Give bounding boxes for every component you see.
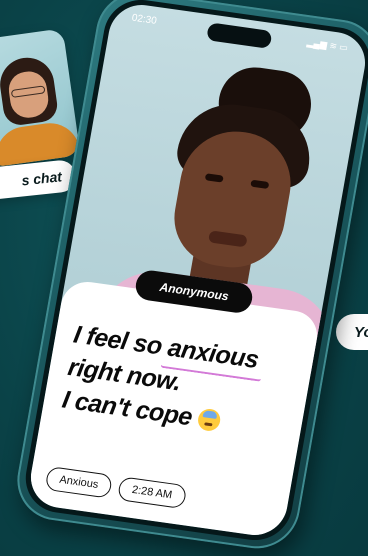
phone-screen: 02:30 ▂▄▆ ≋ ▭ Anonymous I feel so anxiou… (25, 0, 368, 540)
avatar-body (0, 119, 81, 168)
anxious-sweat-face-icon (196, 407, 222, 433)
right-bubble[interactable]: Yo (336, 314, 368, 350)
profile-card-thumbnail[interactable] (0, 28, 81, 168)
right-bubble-label: Yo (354, 323, 368, 341)
sender-name: Anonymous (158, 279, 230, 304)
chat-pill[interactable]: s chat (0, 158, 78, 202)
signal-wifi-battery-icon: ▂▄▆ ≋ ▭ (306, 36, 349, 53)
promo-stage: s chat Yo 02:30 ▂▄▆ ≋ ▭ (0, 0, 368, 556)
status-time: 02:30 (130, 12, 158, 27)
chat-pill-label: s chat (20, 168, 63, 189)
